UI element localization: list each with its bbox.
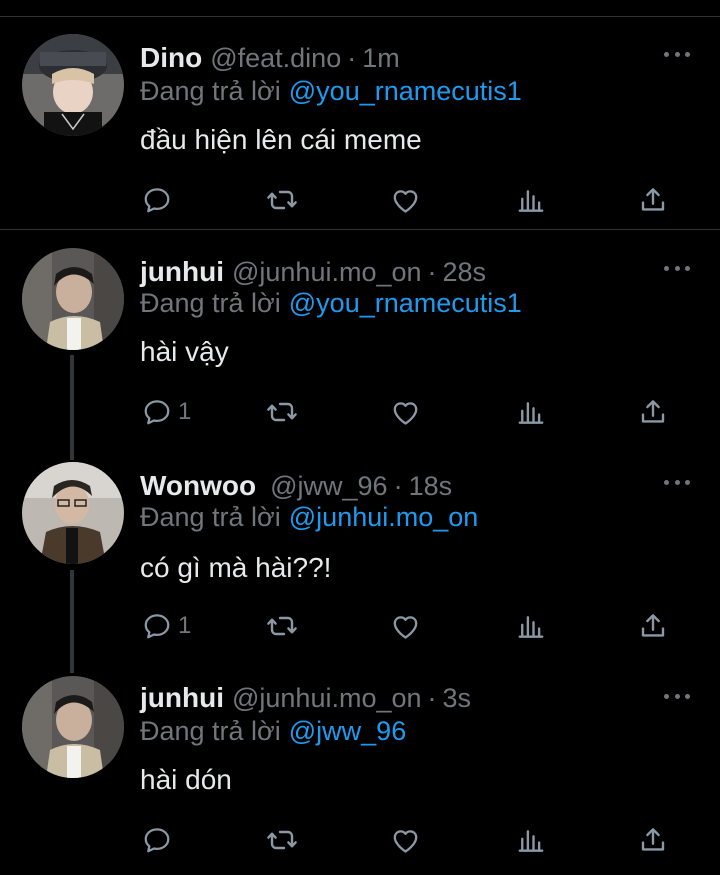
tweet-header: Wonwoo @jww_96 · 18s (140, 470, 452, 504)
replying-to: Đang trả lời @junhui.mo_on (140, 502, 478, 536)
views-button[interactable] (516, 392, 546, 432)
action-bar (0, 180, 720, 220)
heart-icon (390, 825, 421, 856)
tweet-text: hài dón (140, 764, 232, 795)
action-bar: 1 (0, 606, 720, 646)
retweet-icon (266, 824, 298, 856)
username[interactable]: @jww_96 (270, 471, 387, 502)
replying-to: Đang trả lời @you_rnamecutis1 (140, 288, 522, 322)
username[interactable]: @feat.dino (210, 43, 341, 74)
share-button[interactable] (638, 606, 668, 646)
retweet-button[interactable] (266, 392, 298, 432)
action-bar: 1 (0, 392, 720, 432)
tweet-header: junhui @junhui.mo_on · 3s (140, 682, 471, 716)
share-button[interactable] (638, 820, 668, 860)
mention-link[interactable]: @junhui.mo_on (289, 502, 479, 532)
like-button[interactable] (390, 606, 421, 646)
avatar[interactable] (22, 248, 124, 350)
retweet-icon (266, 396, 298, 428)
views-icon (516, 825, 546, 855)
share-icon (638, 185, 668, 215)
share-button[interactable] (638, 180, 668, 220)
tweet-junhui-latest[interactable]: junhui @junhui.mo_on · 3s Đang trả lời @j… (0, 664, 720, 874)
separator: · (347, 43, 357, 73)
tweet-text: có gì mà hài??! (140, 552, 332, 583)
reply-icon (142, 185, 172, 215)
tweet-wonwoo[interactable]: Wonwoo @jww_96 · 18s Đang trả lời @junhui… (0, 450, 720, 660)
views-icon (516, 397, 546, 427)
share-icon (638, 611, 668, 641)
share-icon (638, 825, 668, 855)
timestamp[interactable]: 1m (362, 43, 400, 74)
retweet-button[interactable] (266, 820, 298, 860)
views-button[interactable] (516, 820, 546, 860)
timestamp[interactable]: 28s (443, 257, 487, 288)
reply-count: 1 (178, 612, 192, 639)
like-button[interactable] (390, 820, 421, 860)
share-button[interactable] (638, 392, 668, 432)
tweet-junhui[interactable]: junhui @junhui.mo_on · 28s Đang trả lời @… (0, 236, 720, 446)
divider (0, 16, 720, 17)
more-options-icon[interactable] (664, 50, 690, 58)
separator: · (427, 683, 437, 713)
reply-thread: Dino @feat.dino · 1m Đang trả lời @you_rn… (0, 0, 720, 875)
divider (0, 229, 720, 230)
mention-link[interactable]: @you_rnamecutis1 (289, 76, 522, 106)
display-name[interactable]: junhui (140, 256, 224, 288)
replying-to: Đang trả lời @you_rnamecutis1 (140, 76, 522, 110)
like-button[interactable] (390, 392, 421, 432)
reply-button[interactable] (142, 180, 172, 220)
action-bar (0, 820, 720, 860)
views-icon (516, 185, 546, 215)
heart-icon (390, 397, 421, 428)
username[interactable]: @junhui.mo_on (232, 257, 422, 288)
views-button[interactable] (516, 180, 546, 220)
avatar[interactable] (22, 676, 124, 778)
reply-button[interactable]: 1 (142, 606, 191, 646)
heart-icon (390, 611, 421, 642)
replying-to-label: Đang trả lời (140, 716, 281, 746)
mention-link[interactable]: @you_rnamecutis1 (289, 288, 522, 318)
separator: · (427, 257, 437, 287)
replying-to-label: Đang trả lời (140, 288, 281, 318)
retweet-button[interactable] (266, 180, 298, 220)
tweet-text: hài vậy (140, 336, 229, 367)
reply-count: 1 (178, 398, 192, 425)
separator: · (393, 471, 403, 501)
tweet-header: Dino @feat.dino · 1m (140, 42, 400, 76)
retweet-button[interactable] (266, 606, 298, 646)
reply-icon (142, 611, 172, 641)
reply-icon (142, 397, 172, 427)
timestamp[interactable]: 18s (409, 471, 453, 502)
tweet-header: junhui @junhui.mo_on · 28s (140, 256, 486, 290)
mention-link[interactable]: @jww_96 (289, 716, 406, 746)
more-options-icon[interactable] (664, 478, 690, 486)
display-name[interactable]: Wonwoo (140, 470, 256, 502)
display-name[interactable]: junhui (140, 682, 224, 714)
retweet-icon (266, 184, 298, 216)
like-button[interactable] (390, 180, 421, 220)
views-icon (516, 611, 546, 641)
replying-to: Đang trả lời @jww_96 (140, 716, 406, 750)
avatar[interactable] (22, 34, 124, 136)
tweet-text: đầu hiện lên cái meme (140, 124, 422, 155)
retweet-icon (266, 610, 298, 642)
replying-to-label: Đang trả lời (140, 502, 281, 532)
heart-icon (390, 185, 421, 216)
reply-button[interactable]: 1 (142, 392, 191, 432)
more-options-icon[interactable] (664, 692, 690, 700)
replying-to-label: Đang trả lời (140, 76, 281, 106)
more-options-icon[interactable] (664, 264, 690, 272)
tweet-dino[interactable]: Dino @feat.dino · 1m Đang trả lời @you_rn… (0, 22, 720, 232)
share-icon (638, 397, 668, 427)
reply-button[interactable] (142, 820, 172, 860)
display-name[interactable]: Dino (140, 42, 202, 74)
views-button[interactable] (516, 606, 546, 646)
timestamp[interactable]: 3s (443, 683, 472, 714)
username[interactable]: @junhui.mo_on (232, 683, 422, 714)
avatar[interactable] (22, 462, 124, 564)
reply-icon (142, 825, 172, 855)
